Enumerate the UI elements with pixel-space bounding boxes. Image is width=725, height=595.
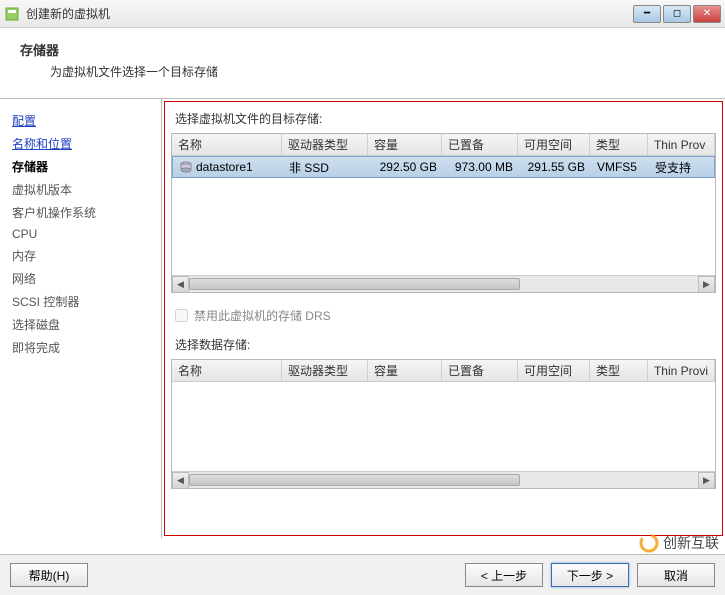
cell-capacity: 292.50 GB <box>369 160 443 174</box>
step-ready: 即将完成 <box>8 336 153 359</box>
window-titlebar: 创建新的虚拟机 ━ ◻ ✕ <box>0 0 725 28</box>
step-memory: 内存 <box>8 244 153 267</box>
help-button[interactable]: 帮助(H) <box>10 563 88 587</box>
col-name[interactable]: 名称 <box>172 134 282 155</box>
window-close-button[interactable]: ✕ <box>693 5 721 23</box>
next-button[interactable]: 下一步 > <box>551 563 629 587</box>
scroll-left-arrow-icon[interactable]: ◀ <box>172 276 189 293</box>
horizontal-scrollbar-2[interactable]: ◀ ▶ <box>172 471 715 488</box>
drs-checkbox-row: 禁用此虚拟机的存储 DRS <box>175 307 712 324</box>
table-header: 名称 驱动器类型 容量 已置备 可用空间 类型 Thin Prov <box>172 134 715 156</box>
table-row[interactable]: datastore1 非 SSD 292.50 GB 973.00 MB 291… <box>172 156 715 178</box>
col-type[interactable]: 类型 <box>590 134 648 155</box>
scroll-thumb[interactable] <box>189 474 520 486</box>
window-minimize-button[interactable]: ━ <box>633 5 661 23</box>
step-cpu: CPU <box>8 224 153 244</box>
col2-drive-type: 驱动器类型 <box>282 360 368 381</box>
scroll-left-arrow-icon[interactable]: ◀ <box>172 472 189 489</box>
wizard-header: 存储器 为虚拟机文件选择一个目标存储 <box>0 28 725 98</box>
step-vm-version: 虚拟机版本 <box>8 178 153 201</box>
app-icon <box>4 6 20 22</box>
datastore-table-2: 名称 驱动器类型 容量 已置备 可用空间 类型 Thin Provi ◀ ▶ <box>171 359 716 489</box>
horizontal-scrollbar[interactable]: ◀ ▶ <box>172 275 715 292</box>
scroll-thumb[interactable] <box>189 278 520 290</box>
cancel-button[interactable]: 取消 <box>637 563 715 587</box>
col2-free: 可用空间 <box>518 360 590 381</box>
wizard-footer: 帮助(H) < 上一步 下一步 > 取消 <box>0 554 725 595</box>
back-button[interactable]: < 上一步 <box>465 563 543 587</box>
window-title: 创建新的虚拟机 <box>26 5 633 22</box>
scroll-right-arrow-icon[interactable]: ▶ <box>698 472 715 489</box>
col-drive-type[interactable]: 驱动器类型 <box>282 134 368 155</box>
page-subtitle: 为虚拟机文件选择一个目标存储 <box>50 63 705 80</box>
cell-thin: 受支持 <box>649 159 714 176</box>
col-provisioned[interactable]: 已置备 <box>442 134 518 155</box>
drs-checkbox <box>175 309 188 322</box>
scroll-right-arrow-icon[interactable]: ▶ <box>698 276 715 293</box>
step-storage[interactable]: 存储器 <box>8 155 153 178</box>
col-thin[interactable]: Thin Prov <box>648 134 715 155</box>
step-select-disk: 选择磁盘 <box>8 313 153 336</box>
datastore-table[interactable]: 名称 驱动器类型 容量 已置备 可用空间 类型 Thin Prov datast… <box>171 133 716 293</box>
cell-name: datastore1 <box>173 160 283 175</box>
cell-drive-type: 非 SSD <box>283 159 369 176</box>
page-title: 存储器 <box>20 40 705 59</box>
col-free[interactable]: 可用空间 <box>518 134 590 155</box>
table2-header: 名称 驱动器类型 容量 已置备 可用空间 类型 Thin Provi <box>172 360 715 382</box>
cell-free: 291.55 GB <box>519 160 591 174</box>
col2-thin: Thin Provi <box>648 360 715 381</box>
col2-name: 名称 <box>172 360 282 381</box>
main-panel: 选择虚拟机文件的目标存储: 名称 驱动器类型 容量 已置备 可用空间 类型 Th… <box>164 101 723 536</box>
col-capacity[interactable]: 容量 <box>368 134 442 155</box>
datastore-select-label: 选择虚拟机文件的目标存储: <box>175 110 716 127</box>
watermark: 创新互联 <box>639 533 719 553</box>
step-config[interactable]: 配置 <box>8 109 153 132</box>
col2-provisioned: 已置备 <box>442 360 518 381</box>
drs-checkbox-label: 禁用此虚拟机的存储 DRS <box>194 307 331 324</box>
step-name-location[interactable]: 名称和位置 <box>8 132 153 155</box>
datastore-icon <box>179 160 193 174</box>
step-guest-os: 客户机操作系统 <box>8 201 153 224</box>
datastore2-select-label: 选择数据存储: <box>175 336 716 353</box>
step-scsi: SCSI 控制器 <box>8 290 153 313</box>
step-network: 网络 <box>8 267 153 290</box>
cell-type: VMFS5 <box>591 160 649 174</box>
wizard-steps-sidebar: 配置 名称和位置 存储器 虚拟机版本 客户机操作系统 CPU 内存 网络 SCS… <box>0 99 162 538</box>
window-maximize-button[interactable]: ◻ <box>663 5 691 23</box>
col2-type: 类型 <box>590 360 648 381</box>
cell-provisioned: 973.00 MB <box>443 160 519 174</box>
col2-capacity: 容量 <box>368 360 442 381</box>
